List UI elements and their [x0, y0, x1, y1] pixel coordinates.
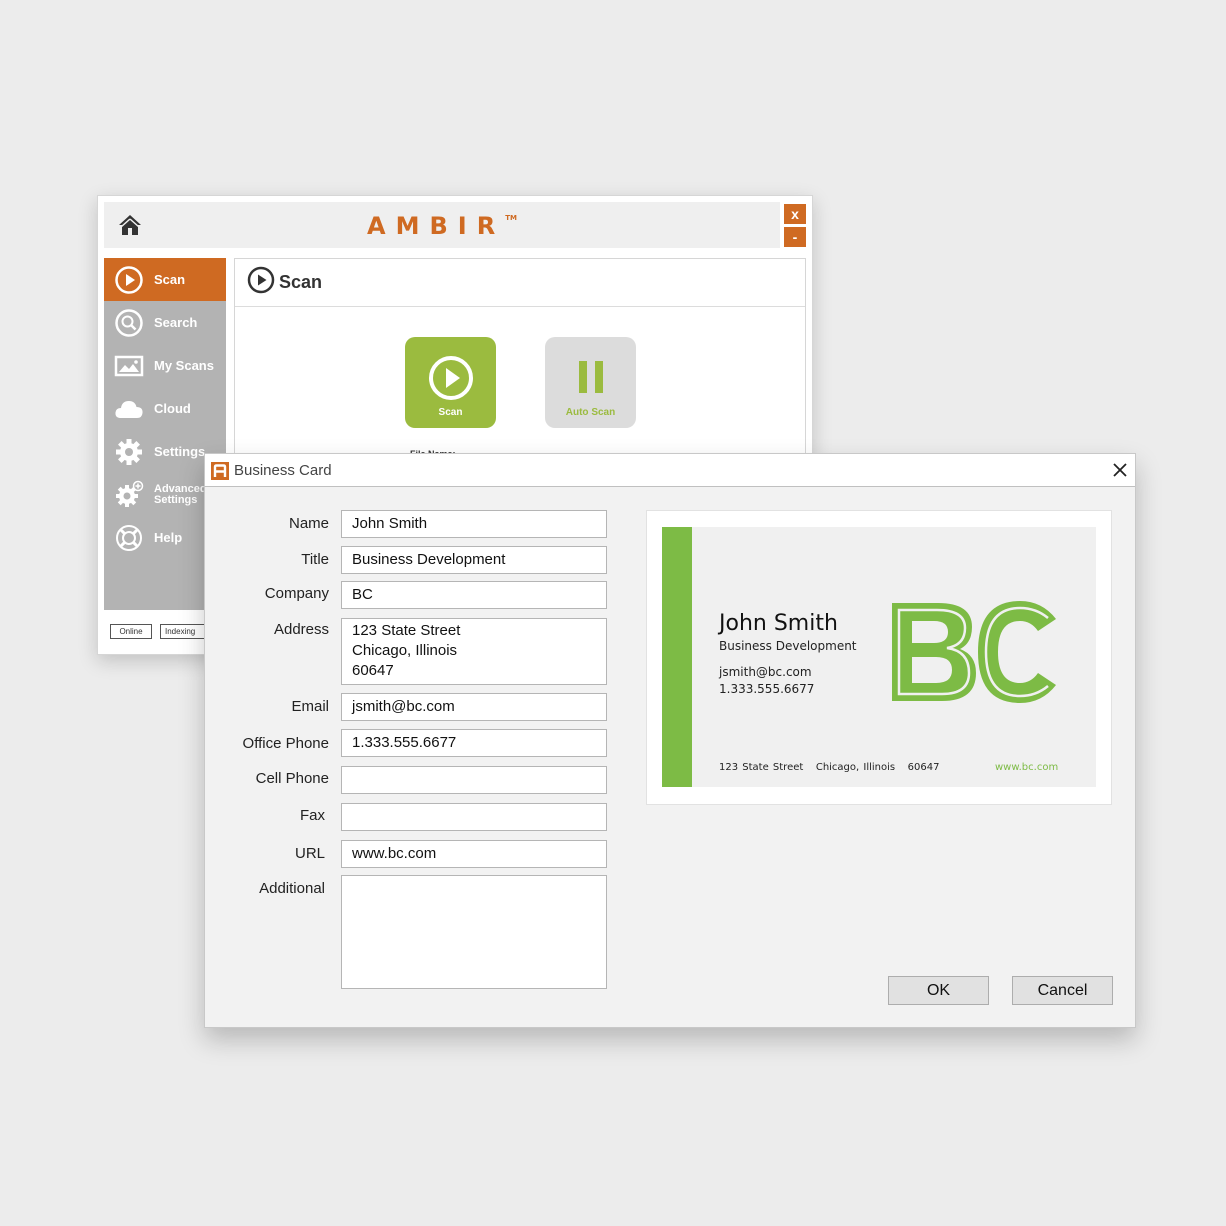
auto-scan-button-label: Auto Scan: [565, 407, 616, 418]
dialog-titlebar: Business Card: [205, 454, 1135, 487]
sidebar-item-label: Search: [154, 315, 198, 330]
trademark: TM: [505, 214, 517, 222]
play-circle-icon: [114, 265, 144, 295]
sidebar-item-my-scans[interactable]: My Scans: [104, 344, 226, 387]
app-header: AMBIRTM: [104, 202, 780, 248]
additional-label: Additional: [259, 880, 325, 897]
name-label: Name: [288, 515, 329, 532]
address-field[interactable]: 123 State Street Chicago, Illinois 60647: [341, 618, 607, 685]
gear-icon: [114, 437, 144, 467]
online-status: Online: [110, 624, 152, 639]
card-phone: 1.333.555.6677: [719, 682, 815, 696]
brand-name: AMBIR: [367, 212, 506, 240]
gear-plus-icon: [114, 480, 144, 510]
image-icon: [114, 351, 144, 381]
search-icon: [114, 308, 144, 338]
play-circle-icon: [428, 356, 473, 400]
label-line-2: Settings: [154, 493, 198, 506]
panel-title: Scan: [279, 272, 323, 292]
name-field[interactable]: John Smith: [341, 510, 607, 538]
office-phone-field[interactable]: 1.333.555.6677: [341, 729, 607, 757]
sidebar-item-label: Cloud: [154, 401, 191, 416]
ok-button[interactable]: OK: [888, 976, 989, 1005]
scan-panel: Scan Scan Auto Scan File Name:: [234, 258, 806, 459]
fax-field[interactable]: [341, 803, 607, 831]
title-label: Title: [301, 551, 329, 568]
card-name: John Smith: [719, 611, 838, 636]
sidebar-item-label: Advanced Settings: [154, 483, 207, 506]
ambir-logo: AMBIRTM: [104, 212, 780, 240]
fax-label: Fax: [299, 807, 325, 824]
business-card-dialog: Business Card Name John Smith Title Busi…: [204, 453, 1136, 1028]
card-accent-bar: [662, 527, 692, 787]
bc-logo: [892, 601, 1056, 703]
url-field[interactable]: www.bc.com: [341, 840, 607, 868]
cell-phone-label: Cell Phone: [255, 770, 329, 787]
cell-phone-field[interactable]: [341, 766, 607, 794]
sidebar-item-label: Settings: [154, 444, 206, 459]
cloud-icon: [114, 394, 144, 424]
close-button[interactable]: x: [784, 204, 806, 224]
close-icon[interactable]: [1111, 461, 1129, 479]
company-label: Company: [264, 585, 329, 602]
pause-icon: [578, 361, 603, 393]
sidebar-item-label: Scan: [154, 272, 186, 287]
dialog-title: Business Card: [234, 462, 332, 479]
lifebuoy-icon: [114, 523, 144, 553]
minimize-button[interactable]: -: [784, 227, 806, 247]
sidebar-item-label: My Scans: [154, 358, 214, 373]
sidebar-item-search[interactable]: Search: [104, 301, 226, 344]
card-title: Business Development: [719, 639, 857, 653]
email-field[interactable]: jsmith@bc.com: [341, 693, 607, 721]
additional-field[interactable]: [341, 875, 607, 989]
panel-header: Scan: [235, 259, 805, 307]
url-label: URL: [294, 845, 325, 862]
company-field[interactable]: BC: [341, 581, 607, 609]
scan-button[interactable]: Scan: [405, 337, 496, 428]
card-url: www.bc.com: [995, 762, 1059, 773]
card-email: jsmith@bc.com: [719, 665, 812, 679]
cancel-button[interactable]: Cancel: [1012, 976, 1113, 1005]
office-phone-label: Office Phone: [242, 735, 329, 752]
auto-scan-button[interactable]: Auto Scan: [545, 337, 636, 428]
business-card-image: John Smith Business Development jsmith@b…: [662, 527, 1096, 787]
email-label: Email: [291, 698, 329, 715]
title-field[interactable]: Business Development: [341, 546, 607, 574]
sidebar-item-scan[interactable]: Scan: [104, 258, 226, 301]
ambir-app-icon: [211, 462, 229, 480]
sidebar-item-label: Help: [154, 530, 183, 545]
address-label: Address: [273, 621, 329, 638]
sidebar-item-cloud[interactable]: Cloud: [104, 387, 226, 430]
card-address: 123 State Street Chicago, Illinois 60647: [719, 762, 940, 773]
card-preview-frame: John Smith Business Development jsmith@b…: [646, 510, 1112, 805]
play-circle-icon: [247, 266, 275, 299]
scan-button-label: Scan: [438, 407, 463, 418]
